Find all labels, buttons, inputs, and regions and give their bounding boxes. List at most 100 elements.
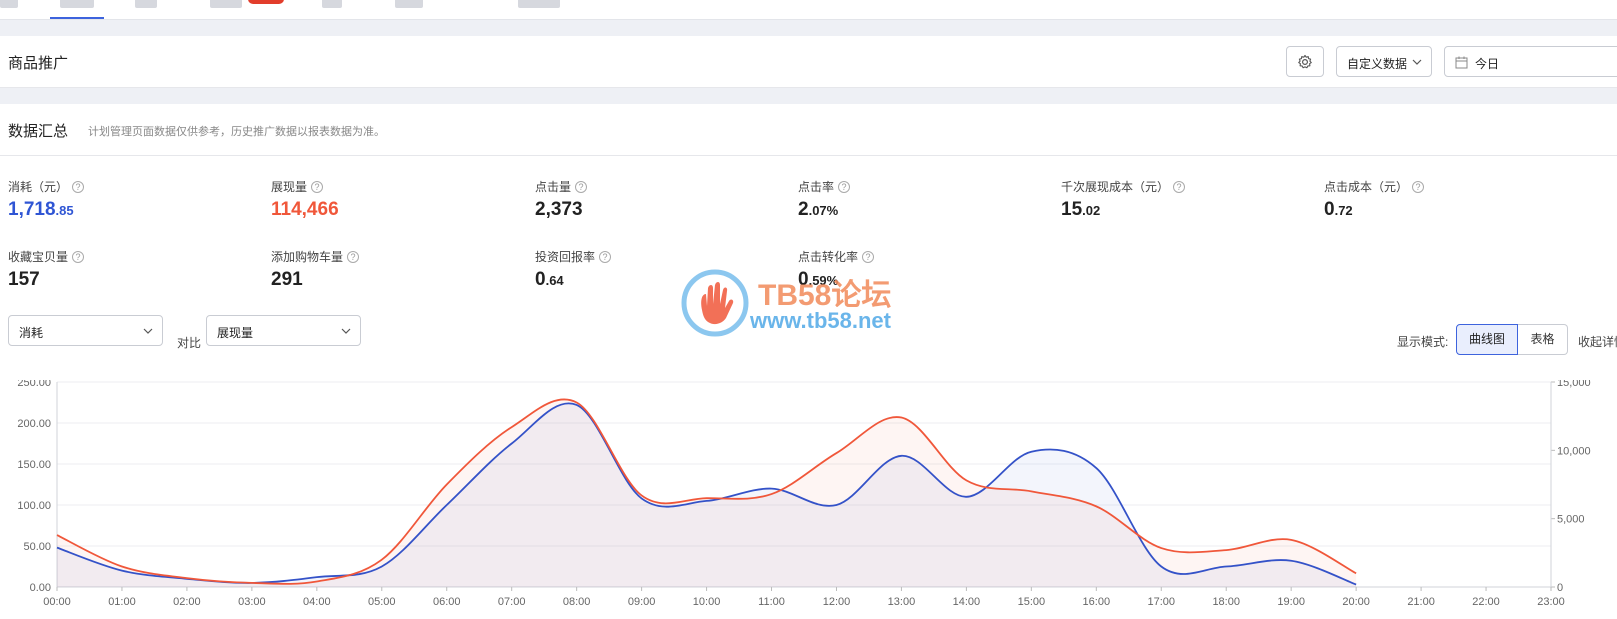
metric-label: 点击率? (798, 178, 851, 195)
x-tick-label: 16:00 (1083, 596, 1111, 608)
y-tick-right: 0 (1557, 582, 1563, 594)
metric-value: 291 (271, 269, 359, 291)
x-tick-label: 14:00 (953, 596, 981, 608)
metric-value-int: 2 (798, 199, 809, 220)
metric-label: 收藏宝贝量? (8, 248, 85, 265)
help-icon[interactable]: ? (72, 180, 85, 193)
nav-tab[interactable] (518, 0, 560, 8)
collapse-details-link[interactable]: 收起详情 (1578, 333, 1617, 350)
chevron-down-icon (341, 328, 351, 334)
y-tick-left: 100.00 (17, 500, 51, 512)
x-tick-label: 17:00 (1147, 596, 1175, 608)
watermark-url: www.tb58.net (750, 308, 891, 333)
summary-note: 计划管理页面数据仅供参考，历史推广数据以报表数据为准。 (88, 126, 385, 138)
x-tick-label: 00:00 (43, 596, 71, 608)
x-tick-label: 23:00 (1537, 596, 1565, 608)
date-range-picker[interactable]: 今日 (1444, 46, 1617, 77)
help-icon[interactable]: ? (311, 180, 324, 193)
notification-badge (248, 0, 284, 4)
metric-value: 0.64 (535, 269, 611, 291)
metric-label-text: 点击成本（元） (1324, 180, 1409, 194)
metric-value: 1,718.85 (8, 199, 84, 221)
metric-card: 展现量? 114,466 (271, 178, 339, 221)
date-value: 今日 (1475, 57, 1500, 71)
y-tick-left: 150.00 (17, 459, 51, 471)
metric-label-text: 添加购物车量 (271, 250, 344, 264)
y-tick-left: 50.00 (23, 541, 51, 553)
series-area (57, 399, 1357, 587)
active-tab-indicator (50, 17, 104, 19)
custom-data-select[interactable]: 自定义数据 (1336, 46, 1432, 77)
metric-value-dec: .02 (1082, 203, 1101, 218)
metric-label-text: 收藏宝贝量 (8, 250, 69, 264)
nav-tab[interactable] (395, 0, 423, 8)
metric-value-dec: .85 (55, 203, 74, 218)
y-tick-left: 250.00 (17, 380, 51, 389)
nav-tab[interactable] (0, 0, 18, 8)
x-tick-label: 09:00 (628, 596, 656, 608)
metric-label-text: 千次展现成本（元） (1061, 180, 1170, 194)
help-icon[interactable]: ? (347, 250, 360, 263)
metric-label: 点击转化率? (798, 248, 875, 265)
gear-icon (1298, 54, 1312, 68)
nav-tab[interactable] (135, 0, 157, 8)
help-icon[interactable]: ? (862, 250, 875, 263)
help-icon[interactable]: ? (1173, 180, 1186, 193)
metric-value: 15.02 (1061, 199, 1185, 221)
top-nav (0, 0, 1617, 20)
metric-b-select[interactable]: 展现量 (206, 315, 361, 346)
metric-value-dec: .64 (545, 273, 564, 288)
x-tick-label: 11:00 (758, 596, 785, 608)
watermark: TB58论坛 www.tb58.net (680, 268, 891, 343)
x-tick-label: 07:00 (498, 596, 526, 608)
metric-label-text: 点击转化率 (798, 250, 859, 264)
metric-card: 消耗（元）? 1,718.85 (8, 178, 85, 221)
x-tick-label: 19:00 (1277, 596, 1305, 608)
nav-tab[interactable] (210, 0, 242, 8)
help-icon[interactable]: ? (838, 180, 851, 193)
y-tick-right: 5,000 (1557, 514, 1585, 526)
help-icon[interactable]: ? (1412, 180, 1425, 193)
metric-card: 点击量? 2,373 (535, 178, 588, 221)
display-mode-label: 显示模式: (1397, 335, 1449, 349)
x-tick-label: 10:00 (693, 596, 721, 608)
metric-value-dec: .07% (808, 203, 839, 218)
metric-label: 点击量? (535, 178, 588, 195)
metric-label-text: 点击率 (798, 180, 835, 194)
settings-button[interactable] (1286, 46, 1324, 77)
x-tick-label: 05:00 (368, 596, 396, 608)
summary-title: 数据汇总 (8, 123, 69, 140)
metric-value-int: 114,466 (271, 199, 339, 220)
curve-mode-button[interactable]: 曲线图 (1456, 324, 1518, 355)
metric-card: 投资回报率? 0.64 (535, 248, 612, 291)
trend-chart: 0.00 50.00 100.00 150.00 200.00 250.00 0 5,000 1… (17, 380, 1590, 608)
metric-value: 157 (8, 269, 84, 291)
metric-value-int: 2,373 (535, 199, 583, 220)
x-tick-label: 02:00 (173, 596, 201, 608)
help-icon[interactable]: ? (575, 180, 588, 193)
metric-label: 千次展现成本（元）? (1061, 178, 1186, 195)
metric-value-int: 291 (271, 269, 303, 290)
metric-label: 投资回报率? (535, 248, 612, 265)
page-title: 商品推广 (8, 55, 69, 72)
nav-tab-active[interactable] (60, 0, 94, 8)
metric-card: 千次展现成本（元）? 15.02 (1061, 178, 1186, 221)
metric-value-int: 15 (1061, 199, 1083, 220)
metric-a-value: 消耗 (19, 326, 44, 340)
metric-value: 114,466 (271, 199, 339, 221)
y-tick-left: 0.00 (30, 582, 51, 594)
metric-value: 2,373 (535, 199, 587, 221)
help-icon[interactable]: ? (72, 250, 85, 263)
nav-tab[interactable] (322, 0, 342, 8)
table-mode-button[interactable]: 表格 (1518, 324, 1568, 355)
x-tick-label: 03:00 (238, 596, 266, 608)
x-tick-label: 20:00 (1342, 596, 1370, 608)
help-icon[interactable]: ? (599, 250, 612, 263)
x-tick-label: 08:00 (563, 596, 591, 608)
metric-a-select[interactable]: 消耗 (8, 315, 163, 346)
metric-card: 添加购物车量? 291 (271, 248, 360, 291)
metric-value-int: 157 (8, 269, 40, 290)
metric-label-text: 投资回报率 (535, 250, 596, 264)
metric-value: 0.72 (1324, 199, 1424, 221)
compare-label: 对比 (177, 336, 202, 350)
